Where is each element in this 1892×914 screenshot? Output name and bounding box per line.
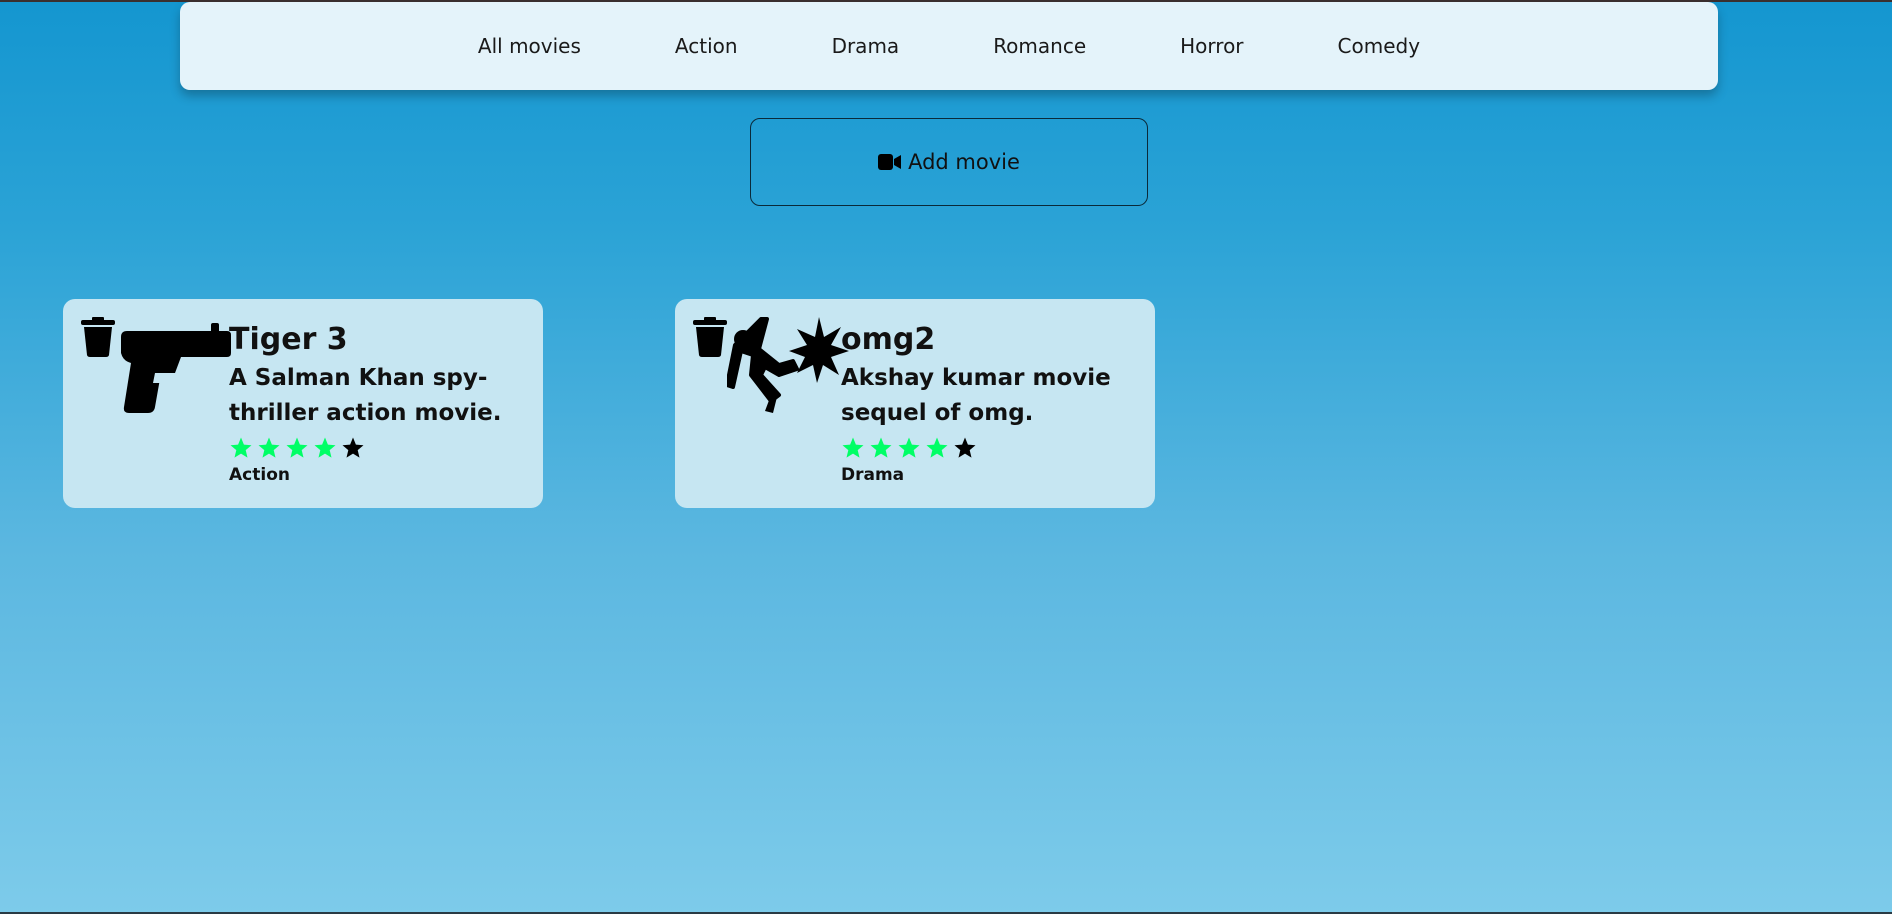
star-filled-icon xyxy=(926,437,948,458)
star-empty-icon xyxy=(954,437,976,458)
category-navbar: All movies Action Drama Romance Horror C… xyxy=(180,2,1718,90)
video-camera-icon xyxy=(878,153,902,171)
movie-title: omg2 xyxy=(841,322,936,357)
movie-genre: Drama xyxy=(841,465,905,485)
trash-icon[interactable] xyxy=(81,317,115,357)
movie-description: Akshay kumar movie sequel of omg. xyxy=(841,365,1111,426)
nav-horror[interactable]: Horror xyxy=(1180,34,1243,58)
add-movie-label: Add movie xyxy=(908,150,1020,174)
star-filled-icon xyxy=(314,437,336,458)
star-rating xyxy=(841,435,1131,461)
nav-all-movies[interactable]: All movies xyxy=(478,34,581,58)
star-filled-icon xyxy=(842,437,864,458)
nav-action[interactable]: Action xyxy=(675,34,738,58)
movie-card: omg2 Akshay kumar movie sequel of omg. D… xyxy=(675,299,1155,508)
movie-title: Tiger 3 xyxy=(229,322,348,357)
nav-drama[interactable]: Drama xyxy=(832,34,900,58)
star-filled-icon xyxy=(286,437,308,458)
person-falling-burst-icon xyxy=(725,315,849,423)
trash-icon[interactable] xyxy=(693,317,727,357)
star-filled-icon xyxy=(230,437,252,458)
nav-comedy[interactable]: Comedy xyxy=(1338,34,1421,58)
nav-romance[interactable]: Romance xyxy=(993,34,1086,58)
movie-genre: Action xyxy=(229,465,290,485)
star-filled-icon xyxy=(898,437,920,458)
movie-card: Tiger 3 A Salman Khan spy-thriller actio… xyxy=(63,299,543,508)
movie-description: A Salman Khan spy-thriller action movie. xyxy=(229,365,502,426)
star-rating xyxy=(229,435,519,461)
gun-icon xyxy=(115,323,233,417)
star-empty-icon xyxy=(342,437,364,458)
add-movie-button[interactable]: Add movie xyxy=(750,118,1148,206)
star-filled-icon xyxy=(258,437,280,458)
star-filled-icon xyxy=(870,437,892,458)
